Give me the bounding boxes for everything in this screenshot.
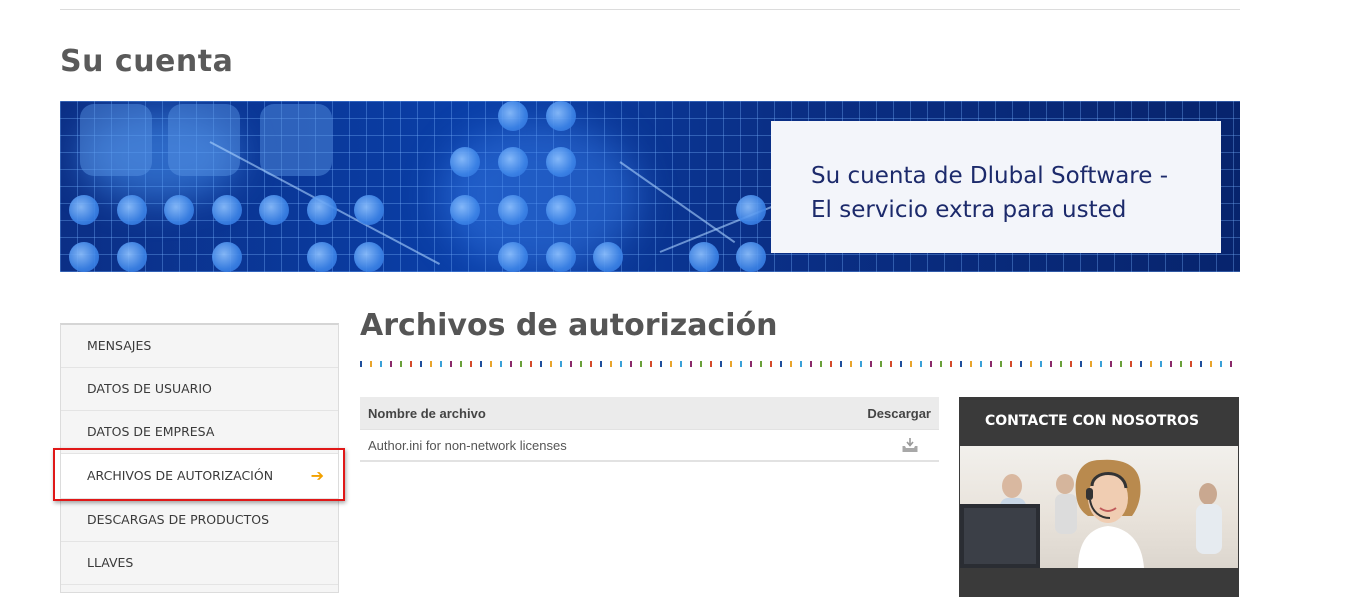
banner-dot bbox=[546, 242, 576, 272]
banner-dot bbox=[736, 195, 766, 225]
banner-dot bbox=[117, 195, 147, 225]
section-title: Archivos de autorización bbox=[360, 308, 778, 343]
authorization-files-table: Nombre de archivo Descargar Author.ini f… bbox=[360, 397, 939, 462]
banner-dot bbox=[498, 101, 528, 131]
sidebar-item-label: MENSAJES bbox=[87, 338, 152, 353]
account-banner: Su cuenta de Dlubal Software - El servic… bbox=[60, 101, 1240, 272]
banner-dot bbox=[593, 242, 623, 272]
download-icon[interactable] bbox=[899, 436, 921, 454]
banner-dot bbox=[259, 195, 289, 225]
table-row: Author.ini for non-network licenses bbox=[360, 429, 939, 462]
banner-dot bbox=[546, 101, 576, 131]
banner-dot bbox=[354, 195, 384, 225]
banner-square bbox=[80, 104, 152, 176]
sidebar-item-label: LLAVES bbox=[87, 555, 134, 570]
sidebar-item-mensajes[interactable]: MENSAJES bbox=[61, 325, 338, 368]
banner-dot bbox=[117, 242, 147, 272]
banner-message-box: Su cuenta de Dlubal Software - El servic… bbox=[771, 121, 1221, 253]
banner-dot bbox=[546, 195, 576, 225]
banner-dot bbox=[498, 195, 528, 225]
contact-photo bbox=[960, 446, 1238, 568]
banner-dot bbox=[212, 242, 242, 272]
contact-title[interactable]: CONTACTE CON NOSOTROS bbox=[959, 397, 1239, 446]
banner-dot bbox=[498, 242, 528, 272]
decorative-dashed-divider bbox=[360, 361, 1234, 367]
sidebar-item-label: DATOS DE EMPRESA bbox=[87, 424, 215, 439]
banner-dot bbox=[307, 242, 337, 272]
banner-dot bbox=[354, 242, 384, 272]
banner-dot bbox=[498, 147, 528, 177]
column-header-filename: Nombre de archivo bbox=[368, 405, 486, 421]
banner-headline: Su cuenta de Dlubal Software - bbox=[811, 163, 1168, 189]
banner-square bbox=[260, 104, 332, 176]
banner-dot bbox=[450, 147, 480, 177]
top-divider bbox=[60, 9, 1240, 10]
banner-dot bbox=[307, 195, 337, 225]
sidebar-item-label: DATOS DE USUARIO bbox=[87, 381, 212, 396]
banner-dot bbox=[164, 195, 194, 225]
banner-dot bbox=[689, 242, 719, 272]
banner-dot bbox=[69, 195, 99, 225]
sidebar-item-datos-usuario[interactable]: DATOS DE USUARIO bbox=[61, 368, 338, 411]
banner-dot bbox=[212, 195, 242, 225]
sidebar-item-llaves[interactable]: LLAVES bbox=[61, 542, 338, 585]
banner-dot bbox=[736, 242, 766, 272]
highlight-box bbox=[53, 448, 345, 501]
sidebar-item-label: DESCARGAS DE PRODUCTOS bbox=[87, 512, 270, 527]
column-header-download: Descargar bbox=[867, 405, 931, 421]
sidebar-item-descargas-productos[interactable]: DESCARGAS DE PRODUCTOS bbox=[61, 499, 338, 542]
page-title: Su cuenta bbox=[60, 44, 234, 79]
table-header: Nombre de archivo Descargar bbox=[360, 397, 939, 429]
banner-dot bbox=[450, 195, 480, 225]
banner-square bbox=[168, 104, 240, 176]
contact-panel: CONTACTE CON NOSOTROS bbox=[959, 397, 1239, 597]
banner-dot bbox=[546, 147, 576, 177]
banner-dot bbox=[69, 242, 99, 272]
filename-cell: Author.ini for non-network licenses bbox=[368, 437, 567, 453]
banner-subline: El servicio extra para usted bbox=[811, 197, 1127, 223]
